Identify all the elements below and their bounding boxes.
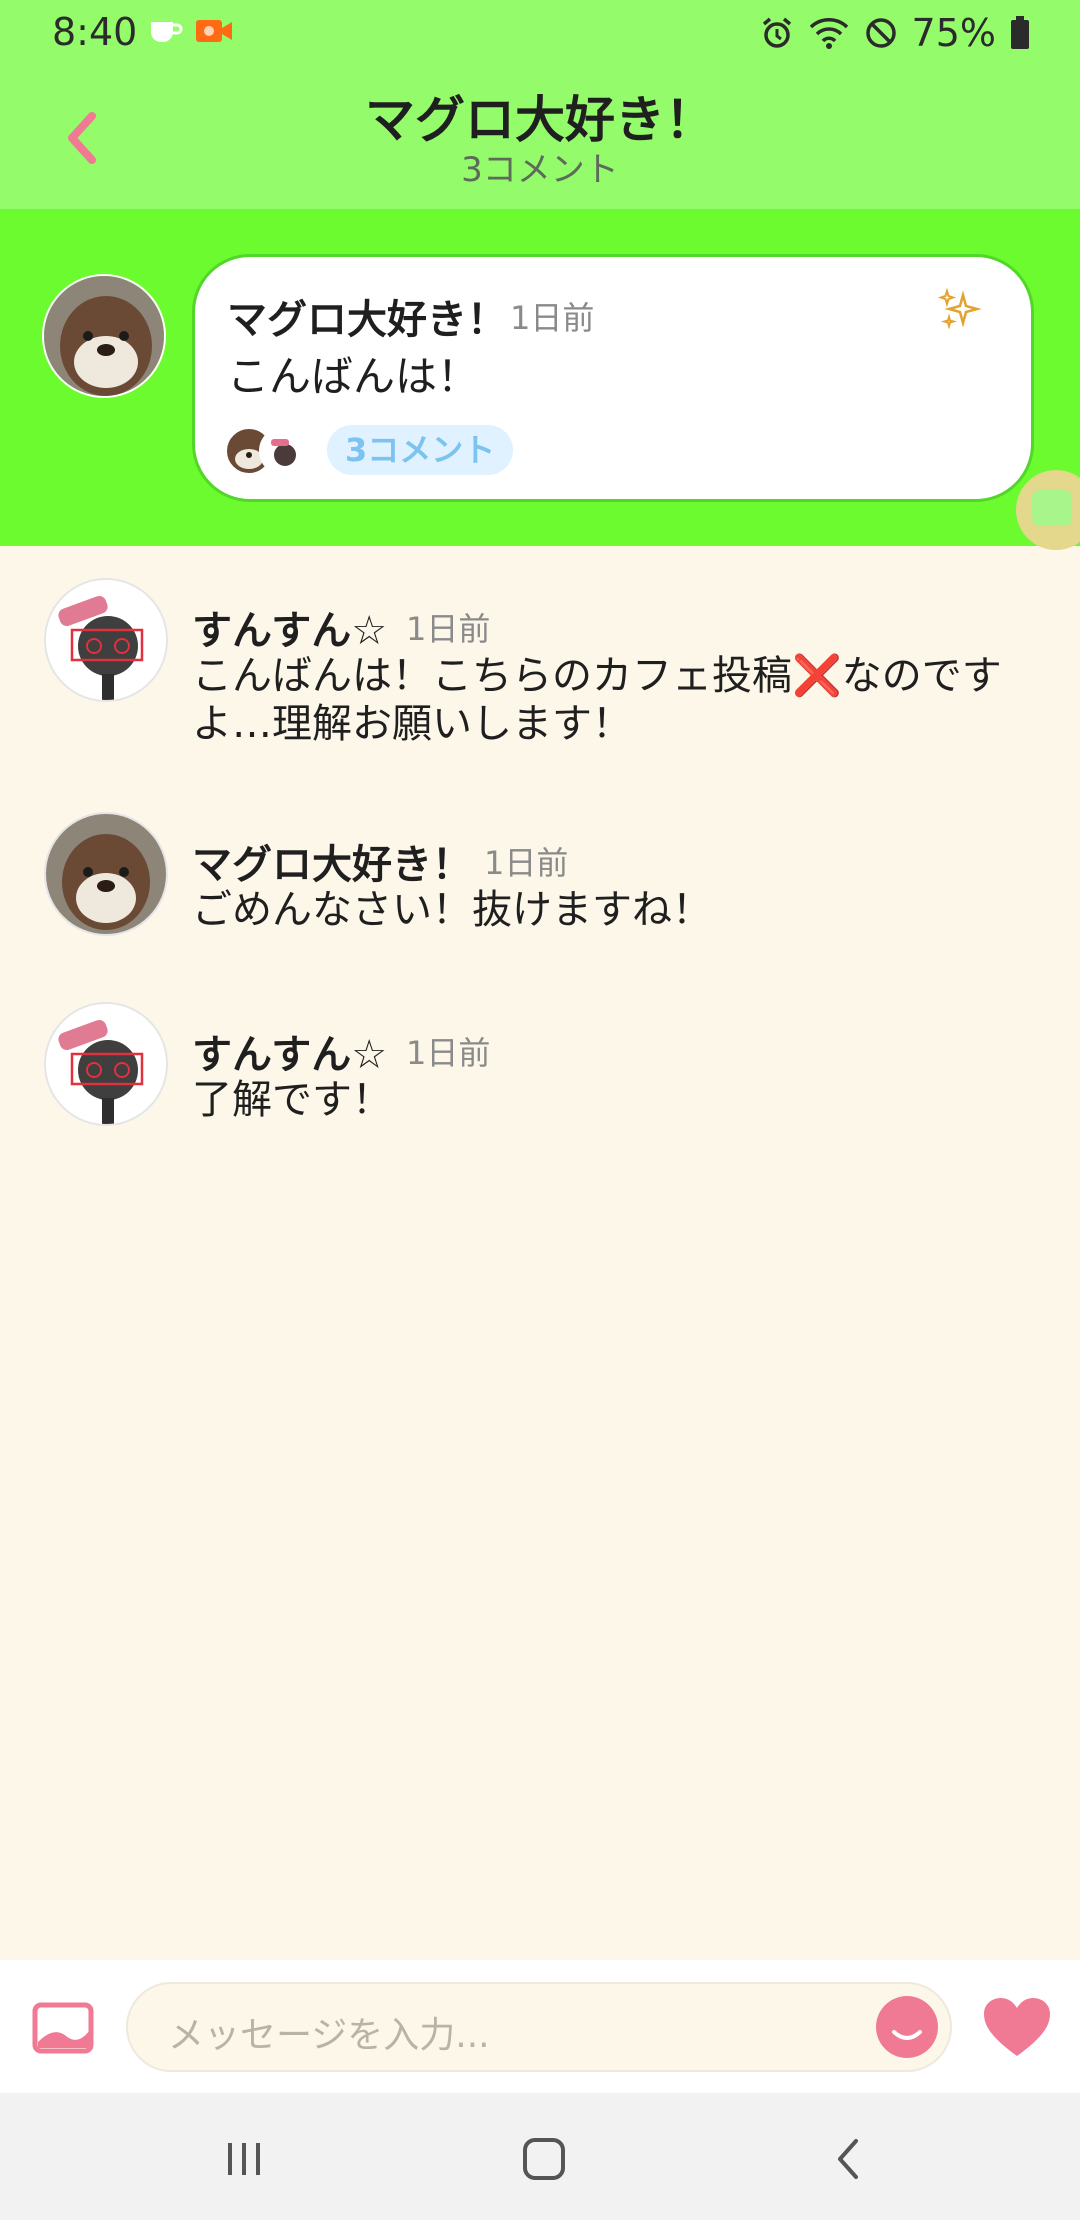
status-right: 75% (760, 10, 1030, 56)
status-time: 8:40 (52, 10, 138, 54)
original-post: マグロ大好き！ 1日前 こんばんは！ 3コメント (0, 209, 1080, 546)
avatar[interactable] (44, 578, 168, 702)
mini-avatar (259, 427, 307, 475)
chat-bubble-icon (1032, 490, 1072, 526)
avatar[interactable] (42, 274, 166, 398)
back-nav-button[interactable] (818, 2131, 878, 2187)
comment-time: 1日前 (406, 610, 491, 648)
sparkle-icon[interactable] (937, 287, 983, 333)
recent-apps-button[interactable] (214, 2131, 274, 2187)
frying-pan-avatar-image (46, 1004, 166, 1124)
comment-text: 了解です！ (192, 1077, 392, 1123)
avatar[interactable] (44, 1002, 168, 1126)
do-not-disturb-icon (865, 18, 896, 48)
status-bar: 8:40 75% (0, 0, 1080, 66)
post-time: 1日前 (510, 299, 595, 337)
otter-avatar-image (46, 814, 166, 934)
home-icon (523, 2138, 565, 2180)
post-card[interactable]: マグロ大好き！ 1日前 こんばんは！ 3コメント (192, 254, 1034, 502)
back-nav-icon (838, 2139, 858, 2179)
video-camera-icon (196, 20, 232, 42)
comment-text: ごめんなさい！抜けますね！ (192, 887, 712, 933)
message-input[interactable]: メッセージを入力... (126, 1982, 952, 2072)
comment-time: 1日前 (484, 844, 569, 882)
commenter-avatars (225, 427, 311, 475)
comment-author: マグロ大好き！ (192, 842, 472, 888)
post-text: こんばんは！ (227, 352, 480, 401)
message-placeholder: メッセージを入力... (168, 2015, 490, 2056)
home-button[interactable] (514, 2131, 574, 2187)
frying-pan-avatar-image (46, 580, 166, 700)
smile-icon[interactable] (876, 1996, 938, 2058)
wifi-icon (809, 18, 848, 49)
system-nav-bar (0, 2093, 1080, 2220)
post-author: マグロ大好き！ (227, 297, 507, 343)
message-input-bar: メッセージを入力... (0, 1960, 1080, 2093)
avatar[interactable] (44, 812, 168, 936)
coffee-icon (151, 22, 183, 42)
comment-count: 3コメント (461, 150, 619, 190)
battery-percent: 75% (911, 11, 996, 55)
app-header: マグロ大好き！ 3コメント (0, 66, 1080, 209)
comment-text: こんばんは！こちらのカフェ投稿❌なのですよ…理解お願いします！ (192, 653, 1002, 747)
comment-time: 1日前 (406, 1034, 491, 1072)
recent-apps-icon (228, 2143, 260, 2175)
heart-icon[interactable] (982, 1996, 1052, 2060)
image-icon[interactable] (32, 2002, 94, 2054)
comment-badge[interactable]: 3コメント (327, 425, 514, 475)
otter-avatar-image (44, 276, 164, 396)
battery-icon (1011, 16, 1029, 49)
alarm-icon (762, 17, 791, 48)
comment-author: すんすん☆ (192, 1032, 388, 1078)
comment-author: すんすん☆ (192, 608, 388, 654)
